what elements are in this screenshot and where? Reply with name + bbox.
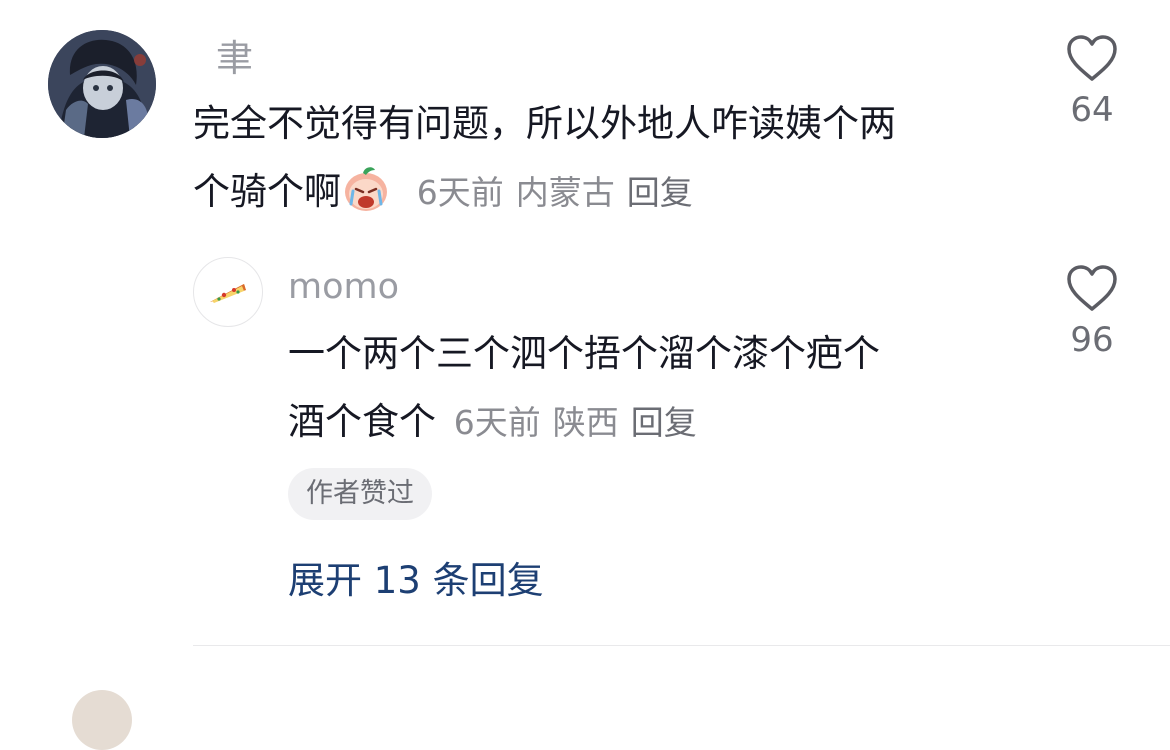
comment-text-line1: 完全不觉得有问题，所以外地人咋读姨个两: [193, 102, 896, 145]
comment-text-line2-content: 个骑个啊: [193, 170, 341, 213]
divider: [193, 645, 1170, 646]
heart-icon: [1067, 265, 1117, 311]
reply-text-line1: 一个两个三个泗个捂个溜个漆个疤个: [288, 332, 880, 375]
avatar[interactable]: [48, 30, 156, 138]
next-comment-avatar[interactable]: [72, 690, 132, 750]
comment-meta: 6天前 内蒙古 回复: [417, 173, 705, 212]
avatar-image: [48, 30, 156, 138]
reply-text-line2-content: 酒个食个: [288, 400, 436, 443]
reply-meta: 6天前 陕西 回复: [454, 403, 709, 442]
reply-like-button[interactable]: 96: [1060, 264, 1124, 360]
reply-reply-button[interactable]: 回复: [631, 403, 697, 442]
heart-icon: [1067, 35, 1117, 81]
reply-username[interactable]: momo: [288, 270, 399, 305]
comment-time: 6天前: [416, 173, 504, 212]
comment-reply-button[interactable]: 回复: [627, 173, 693, 212]
comment-text: 完全不觉得有问题，所以外地人咋读姨个两 个骑个啊 6天前 内蒙古 回复: [193, 90, 896, 236]
comment-like-count: 64: [1070, 90, 1114, 130]
reply-text: 一个两个三个泗个捂个溜个漆个疤个 酒个食个 6天前 陕西 回复: [288, 320, 880, 457]
author-liked-badge: 作者赞过: [288, 468, 432, 520]
comment-location: 内蒙古: [515, 173, 615, 212]
reply-time: 6天前: [453, 403, 541, 442]
reply-location: 陕西: [552, 403, 619, 442]
comment-like-button[interactable]: 64: [1060, 34, 1124, 130]
expand-replies-button[interactable]: 展开 13 条回复: [288, 550, 544, 604]
peach-crying-sticker-icon: [341, 164, 391, 236]
pizza-icon: [210, 284, 246, 303]
reply-like-count: 96: [1070, 320, 1114, 360]
reply-avatar[interactable]: [193, 257, 263, 327]
reply-text-line2: 酒个食个 6天前 陕西 回复: [288, 388, 880, 457]
comment-username[interactable]: 聿: [216, 40, 253, 77]
comment-text-line2: 个骑个啊 6天前 内蒙古 回复: [193, 158, 896, 236]
